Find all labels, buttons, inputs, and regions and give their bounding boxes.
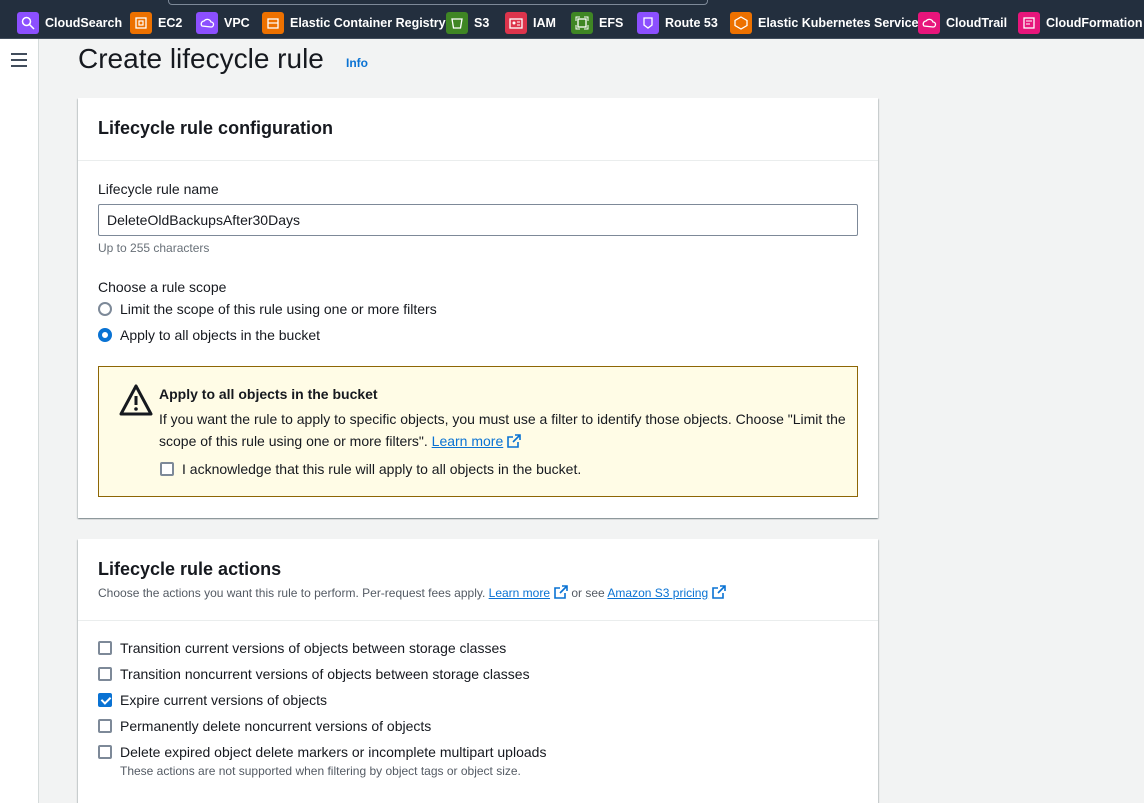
checkbox[interactable] — [98, 641, 112, 655]
learn-more-link[interactable]: Learn more — [489, 586, 550, 600]
favorite-label: EFS — [599, 16, 624, 30]
acknowledge-checkbox[interactable] — [160, 462, 174, 476]
checkbox[interactable] — [98, 667, 112, 681]
favorite-label: VPC — [224, 16, 250, 30]
action-delete-noncurrent[interactable]: Permanently delete noncurrent versions o… — [98, 717, 431, 735]
info-link[interactable]: Info — [346, 56, 368, 70]
favorite-cloudsearch[interactable]: CloudSearch — [17, 11, 122, 35]
external-link-icon — [507, 434, 522, 448]
external-link-icon — [712, 585, 726, 599]
ecr-icon — [262, 12, 284, 34]
vpc-icon — [196, 12, 218, 34]
cloudsearch-icon — [17, 12, 39, 34]
eks-icon — [730, 12, 752, 34]
favorite-label: CloudSearch — [45, 16, 123, 30]
cloudtrail-icon — [918, 12, 940, 34]
warning-alert: Apply to all objects in the bucket If yo… — [98, 366, 858, 497]
panel-header: Lifecycle rule actions Choose the action… — [78, 539, 878, 621]
favorite-iam[interactable]: IAM — [505, 11, 556, 35]
page-title: Create lifecycle rule — [78, 43, 324, 74]
iam-icon — [505, 12, 527, 34]
panel-header: Lifecycle rule configuration — [78, 98, 878, 161]
action-expire-current[interactable]: Expire current versions of objects — [98, 691, 327, 709]
favorite-label: CloudFormation — [1046, 16, 1143, 30]
favorite-label: Route 53 — [665, 16, 718, 30]
route53-icon — [637, 12, 659, 34]
external-link-icon — [554, 585, 568, 599]
favorite-vpc[interactable]: VPC — [196, 11, 250, 35]
checkbox-label: Transition noncurrent versions of object… — [120, 666, 530, 682]
favorite-label: S3 — [474, 16, 490, 30]
action-delete-markers[interactable]: Delete expired object delete markers or … — [98, 743, 546, 761]
rule-name-input[interactable] — [98, 204, 858, 236]
warning-icon — [119, 384, 153, 416]
checkbox[interactable] — [98, 719, 112, 733]
acknowledge-checkbox-row[interactable]: I acknowledge that this rule will apply … — [160, 460, 581, 478]
favorite-label: IAM — [533, 16, 556, 30]
panel-title: Lifecycle rule configuration — [98, 118, 334, 138]
checkbox-label: Delete expired object delete markers or … — [120, 744, 547, 760]
checkbox-label: Transition current versions of objects b… — [120, 640, 507, 656]
favorite-eks[interactable]: Elastic Kubernetes Service — [730, 11, 919, 35]
search-box-edge[interactable] — [168, 0, 708, 5]
favorite-cloudformation[interactable]: CloudFormation — [1018, 11, 1143, 35]
alert-title: Apply to all objects in the bucket — [159, 386, 378, 402]
rule-scope-label: Choose a rule scope — [98, 279, 227, 295]
lifecycle-rule-actions-panel: Lifecycle rule actions Choose the action… — [78, 539, 878, 803]
s3-pricing-link[interactable]: Amazon S3 pricing — [607, 586, 708, 600]
panel-title: Lifecycle rule actions — [98, 559, 282, 579]
checkbox-label: Permanently delete noncurrent versions o… — [120, 718, 432, 734]
favorite-cloudtrail[interactable]: CloudTrail — [918, 11, 1007, 35]
favorite-s3[interactable]: S3 — [446, 11, 489, 35]
cloudformation-icon — [1018, 12, 1040, 34]
radio-unchecked[interactable] — [98, 302, 112, 316]
menu-icon[interactable] — [11, 53, 27, 67]
s3-icon — [446, 12, 468, 34]
alert-body: If you want the rule to apply to specifi… — [159, 408, 849, 452]
panel-description: Choose the actions you want this rule to… — [98, 585, 726, 600]
efs-icon — [571, 12, 593, 34]
scope-option-all-objects[interactable]: Apply to all objects in the bucket — [98, 326, 320, 344]
checkbox-checked[interactable] — [98, 693, 112, 707]
action-transition-current[interactable]: Transition current versions of objects b… — [98, 639, 506, 657]
favorite-efs[interactable]: EFS — [571, 11, 623, 35]
favorite-route53[interactable]: Route 53 — [637, 11, 718, 35]
rule-name-label: Lifecycle rule name — [98, 181, 219, 197]
scope-option-filters[interactable]: Limit the scope of this rule using one o… — [98, 300, 437, 318]
lifecycle-rule-configuration-panel: Lifecycle rule configuration Lifecycle r… — [78, 98, 878, 518]
radio-label: Limit the scope of this rule using one o… — [120, 301, 437, 317]
favorite-ecr[interactable]: Elastic Container Registry — [262, 11, 446, 35]
checkbox[interactable] — [98, 745, 112, 759]
service-favorites-bar: CloudSearch EC2 VPC Elastic Container Re… — [0, 0, 1144, 39]
favorite-label: EC2 — [158, 16, 183, 30]
actions-note: These actions are not supported when fil… — [120, 764, 521, 778]
favorite-label: CloudTrail — [946, 16, 1008, 30]
favorite-label: Elastic Container Registry — [290, 16, 446, 30]
description-text: Choose the actions you want this rule to… — [98, 586, 486, 600]
rule-name-hint: Up to 255 characters — [98, 241, 210, 255]
radio-checked[interactable] — [98, 328, 112, 342]
action-transition-noncurrent[interactable]: Transition noncurrent versions of object… — [98, 665, 530, 683]
learn-more-link[interactable]: Learn more — [432, 433, 504, 449]
ec2-icon — [130, 12, 152, 34]
or-see-text: or see — [571, 586, 605, 600]
favorite-ec2[interactable]: EC2 — [130, 11, 182, 35]
checkbox-label: Expire current versions of objects — [120, 692, 327, 708]
favorite-label: Elastic Kubernetes Service — [758, 16, 919, 30]
acknowledge-label: I acknowledge that this rule will apply … — [182, 461, 582, 477]
radio-label: Apply to all objects in the bucket — [120, 327, 321, 343]
side-navigation — [0, 39, 39, 803]
